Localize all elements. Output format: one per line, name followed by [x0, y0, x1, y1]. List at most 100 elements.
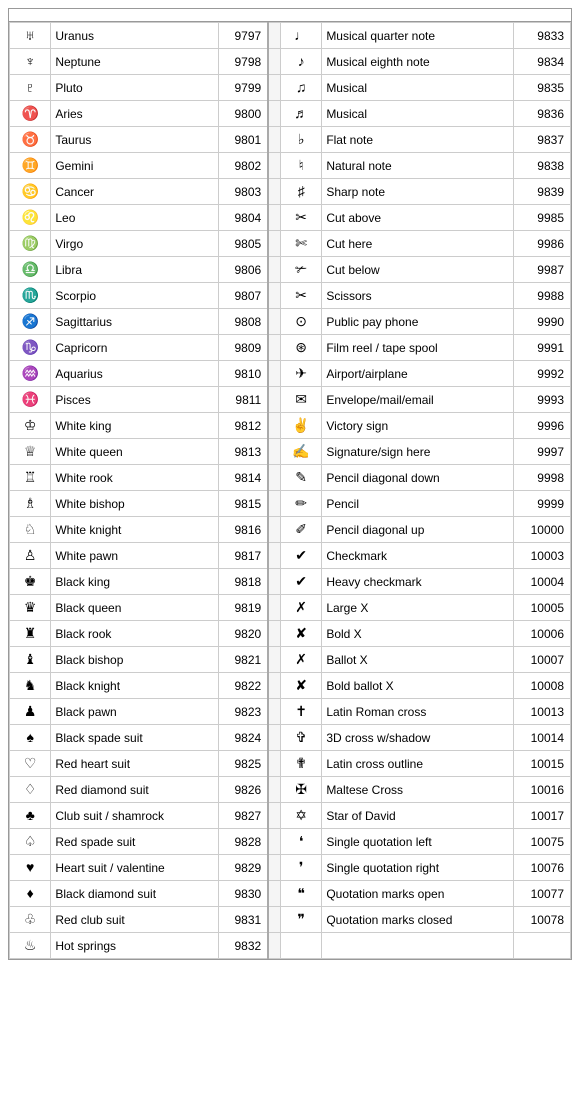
left-symbol-name: Black pawn [51, 699, 219, 725]
right-symbol-name: Natural note [322, 153, 513, 179]
left-symbol-name: Red club suit [51, 907, 219, 933]
column-separator [268, 491, 280, 517]
right-symbol-icon: ❞ [280, 907, 321, 933]
table-row: ♜ Black rook 9820 ✘ Bold X 10006 [10, 621, 571, 647]
right-symbol-icon: ✝ [280, 699, 321, 725]
table-row: ♤ Red spade suit 9828 ❛ Single quotation… [10, 829, 571, 855]
right-symbol-icon: ✘ [280, 673, 321, 699]
column-separator [268, 49, 280, 75]
left-symbol-name: Aries [51, 101, 219, 127]
left-symbol-icon: ♌ [10, 205, 51, 231]
left-symbol-code: 9797 [219, 23, 268, 49]
column-separator [268, 335, 280, 361]
left-symbol-icon: ♨ [10, 933, 51, 959]
right-symbol-code: 9990 [513, 309, 570, 335]
left-symbol-icon: ♟ [10, 699, 51, 725]
right-symbol-code: 9992 [513, 361, 570, 387]
left-symbol-name: Hot springs [51, 933, 219, 959]
right-symbol-name: Cut below [322, 257, 513, 283]
column-separator [268, 309, 280, 335]
left-symbol-name: Heart suit / valentine [51, 855, 219, 881]
right-symbol-icon: ✉ [280, 387, 321, 413]
right-symbol-icon: ♫ [280, 75, 321, 101]
left-symbol-icon: ♖ [10, 465, 51, 491]
right-symbol-name: Ballot X [322, 647, 513, 673]
right-symbol-name: Signature/sign here [322, 439, 513, 465]
left-symbol-name: Black bishop [51, 647, 219, 673]
left-symbol-name: White knight [51, 517, 219, 543]
column-separator [268, 517, 280, 543]
table-row: ♈ Aries 9800 ♬ Musical 9836 [10, 101, 571, 127]
right-symbol-code: 9996 [513, 413, 570, 439]
right-symbol-icon: ✄ [280, 231, 321, 257]
column-separator [268, 465, 280, 491]
left-symbol-code: 9816 [219, 517, 268, 543]
right-symbol-code: 9997 [513, 439, 570, 465]
left-symbol-code: 9824 [219, 725, 268, 751]
right-symbol-code: 10008 [513, 673, 570, 699]
left-symbol-icon: ♐ [10, 309, 51, 335]
left-symbol-name: Scorpio [51, 283, 219, 309]
left-symbol-icon: ♑ [10, 335, 51, 361]
table-title [9, 9, 571, 22]
table-row: ♔ White king 9812 ✌ Victory sign 9996 [10, 413, 571, 439]
right-symbol-code: 9838 [513, 153, 570, 179]
left-symbol-name: Leo [51, 205, 219, 231]
right-symbol-name: Latin Roman cross [322, 699, 513, 725]
column-separator [268, 777, 280, 803]
left-symbol-icon: ♏ [10, 283, 51, 309]
left-symbol-name: Black knight [51, 673, 219, 699]
table-row: ♍ Virgo 9805 ✄ Cut here 9986 [10, 231, 571, 257]
column-separator [268, 907, 280, 933]
column-separator [268, 205, 280, 231]
column-separator [268, 647, 280, 673]
column-separator [268, 855, 280, 881]
left-symbol-icon: ♜ [10, 621, 51, 647]
right-symbol-code: 10005 [513, 595, 570, 621]
left-symbol-name: Capricorn [51, 335, 219, 361]
column-separator [268, 283, 280, 309]
right-symbol-icon: ✠ [280, 777, 321, 803]
right-symbol-code: 10077 [513, 881, 570, 907]
right-symbol-code: 9991 [513, 335, 570, 361]
table-row: ♧ Red club suit 9831 ❞ Quotation marks c… [10, 907, 571, 933]
left-symbol-icon: ♛ [10, 595, 51, 621]
right-symbol-name: Pencil diagonal up [322, 517, 513, 543]
left-symbol-code: 9813 [219, 439, 268, 465]
left-symbol-code: 9801 [219, 127, 268, 153]
left-symbol-icon: ♡ [10, 751, 51, 777]
table-row: ♡ Red heart suit 9825 ✟ Latin cross outl… [10, 751, 571, 777]
right-symbol-code: 10004 [513, 569, 570, 595]
right-symbol-icon: ❛ [280, 829, 321, 855]
right-symbol-name: Musical [322, 75, 513, 101]
column-separator [268, 881, 280, 907]
table-row: ♝ Black bishop 9821 ✗ Ballot X 10007 [10, 647, 571, 673]
column-separator [268, 439, 280, 465]
right-symbol-code: 9839 [513, 179, 570, 205]
left-symbol-name: Black rook [51, 621, 219, 647]
right-symbol-name: Bold ballot X [322, 673, 513, 699]
table-row: ♆ Neptune 9798 ♪ Musical eighth note 983… [10, 49, 571, 75]
column-separator [268, 543, 280, 569]
right-symbol-code: 10016 [513, 777, 570, 803]
left-symbol-icon: ♕ [10, 439, 51, 465]
left-symbol-icon: ♤ [10, 829, 51, 855]
table-row: ♏ Scorpio 9807 ✂ Scissors 9988 [10, 283, 571, 309]
left-symbol-icon: ♋ [10, 179, 51, 205]
column-separator [268, 101, 280, 127]
right-symbol-code: 10017 [513, 803, 570, 829]
left-symbol-code: 9828 [219, 829, 268, 855]
left-symbol-name: Red spade suit [51, 829, 219, 855]
right-symbol-name: Pencil diagonal down [322, 465, 513, 491]
right-symbol-name: Airport/airplane [322, 361, 513, 387]
column-separator [268, 179, 280, 205]
left-symbol-name: Aquarius [51, 361, 219, 387]
left-symbol-name: Gemini [51, 153, 219, 179]
left-symbol-code: 9829 [219, 855, 268, 881]
right-symbol-name: Bold X [322, 621, 513, 647]
left-symbol-name: White queen [51, 439, 219, 465]
table-row: ♥ Heart suit / valentine 9829 ❜ Single q… [10, 855, 571, 881]
left-symbol-icon: ♆ [10, 49, 51, 75]
right-symbol-name: Quotation marks open [322, 881, 513, 907]
left-symbol-code: 9817 [219, 543, 268, 569]
